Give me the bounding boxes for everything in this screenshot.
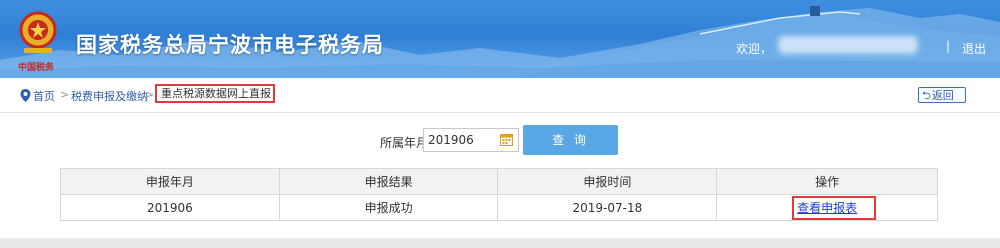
site-header: 中国税务 国家税务总局宁波市电子税务局 欢迎， | 退出: [0, 0, 1000, 78]
breadcrumb-separator: >: [60, 88, 70, 101]
back-button[interactable]: ⮌返回: [918, 87, 966, 103]
cell-time: 2019-07-18: [497, 194, 718, 221]
location-pin-icon: [20, 89, 31, 102]
emblem-caption: 中国税务: [18, 63, 55, 73]
breadcrumb-tax-declaration[interactable]: 税费申报及缴纳: [71, 88, 148, 104]
calendar-icon[interactable]: [500, 133, 513, 146]
site-title: 国家税务总局宁波市电子税务局: [76, 33, 384, 57]
column-header-result: 申报结果: [278, 168, 499, 195]
cell-result: 申报成功: [278, 194, 499, 221]
column-header-time: 申报时间: [497, 168, 718, 195]
back-label: 返回: [931, 89, 954, 102]
column-header-period: 申报年月: [60, 168, 280, 195]
cell-period: 201906: [60, 194, 280, 221]
breadcrumb-separator: >: [145, 88, 155, 101]
footer-band: [0, 238, 1000, 248]
return-arrow-icon: ⮌: [922, 89, 931, 102]
query-button[interactable]: 查 询: [523, 125, 618, 155]
highlight-box: [792, 196, 876, 220]
header-separator: |: [946, 39, 951, 53]
breadcrumb-home[interactable]: 首页: [33, 88, 55, 104]
username-redacted: [778, 36, 918, 54]
welcome-text: 欢迎，: [736, 42, 773, 56]
breadcrumb-current: 重点税源数据网上直报: [155, 84, 275, 103]
national-emblem-icon: [19, 11, 57, 53]
logout-link[interactable]: 退出: [962, 40, 986, 57]
table-header-row: 申报年月 申报结果 申报时间 操作: [60, 168, 938, 195]
column-header-action: 操作: [716, 168, 938, 195]
